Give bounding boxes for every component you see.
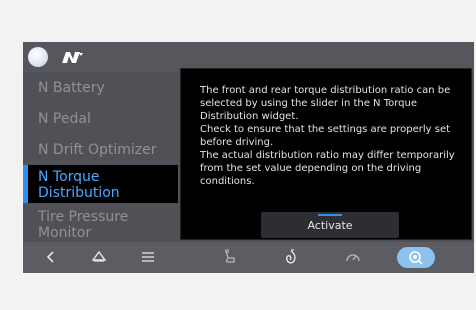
climate-icon[interactable]	[282, 248, 300, 266]
bottom-bar	[23, 242, 474, 273]
dialog-message: The front and rear torque distribution r…	[200, 84, 470, 188]
menu-item-label: N Pedal	[38, 111, 91, 127]
menu-item-label-line1: N Torque	[38, 169, 100, 185]
menu-lines-icon[interactable]	[139, 248, 157, 266]
n-logo-icon	[62, 52, 83, 63]
menu-item-label-line2: Distribution	[38, 185, 120, 201]
dialog-paragraph: Check to ensure that the settings are pr…	[200, 124, 451, 148]
seat-icon[interactable]	[221, 248, 239, 266]
gauge-icon[interactable]	[344, 248, 362, 266]
menu-item-label: N Drift Optimizer	[38, 142, 157, 158]
n-mode-icon	[409, 251, 423, 265]
infotainment-screen: N Battery N Pedal N Drift Optimizer N To…	[23, 42, 474, 273]
menu-item-tire-pressure-monitor[interactable]: Tire Pressure Monitor	[23, 209, 178, 241]
home-icon[interactable]	[90, 248, 108, 266]
n-mode-button[interactable]	[397, 247, 435, 268]
profile-avatar-icon[interactable]	[28, 47, 48, 67]
menu-item-label: N Battery	[38, 80, 105, 96]
activate-button[interactable]: Activate	[261, 212, 399, 238]
menu-item-label-line1: Tire Pressure	[38, 209, 129, 225]
back-chevron-icon[interactable]	[42, 248, 60, 266]
menu-item-n-torque-distribution[interactable]: N Torque Distribution	[23, 165, 178, 203]
dialog-paragraph: The actual distribution ratio may differ…	[200, 150, 455, 187]
menu-item-n-pedal[interactable]: N Pedal	[23, 111, 178, 127]
dialog-paragraph: The front and rear torque distribution r…	[200, 85, 451, 122]
menu-item-n-drift-optimizer[interactable]: N Drift Optimizer	[23, 142, 178, 158]
info-dialog: The front and rear torque distribution r…	[180, 68, 472, 240]
menu-item-label-line2: Monitor	[38, 225, 92, 241]
menu-item-n-battery[interactable]: N Battery	[23, 80, 178, 96]
